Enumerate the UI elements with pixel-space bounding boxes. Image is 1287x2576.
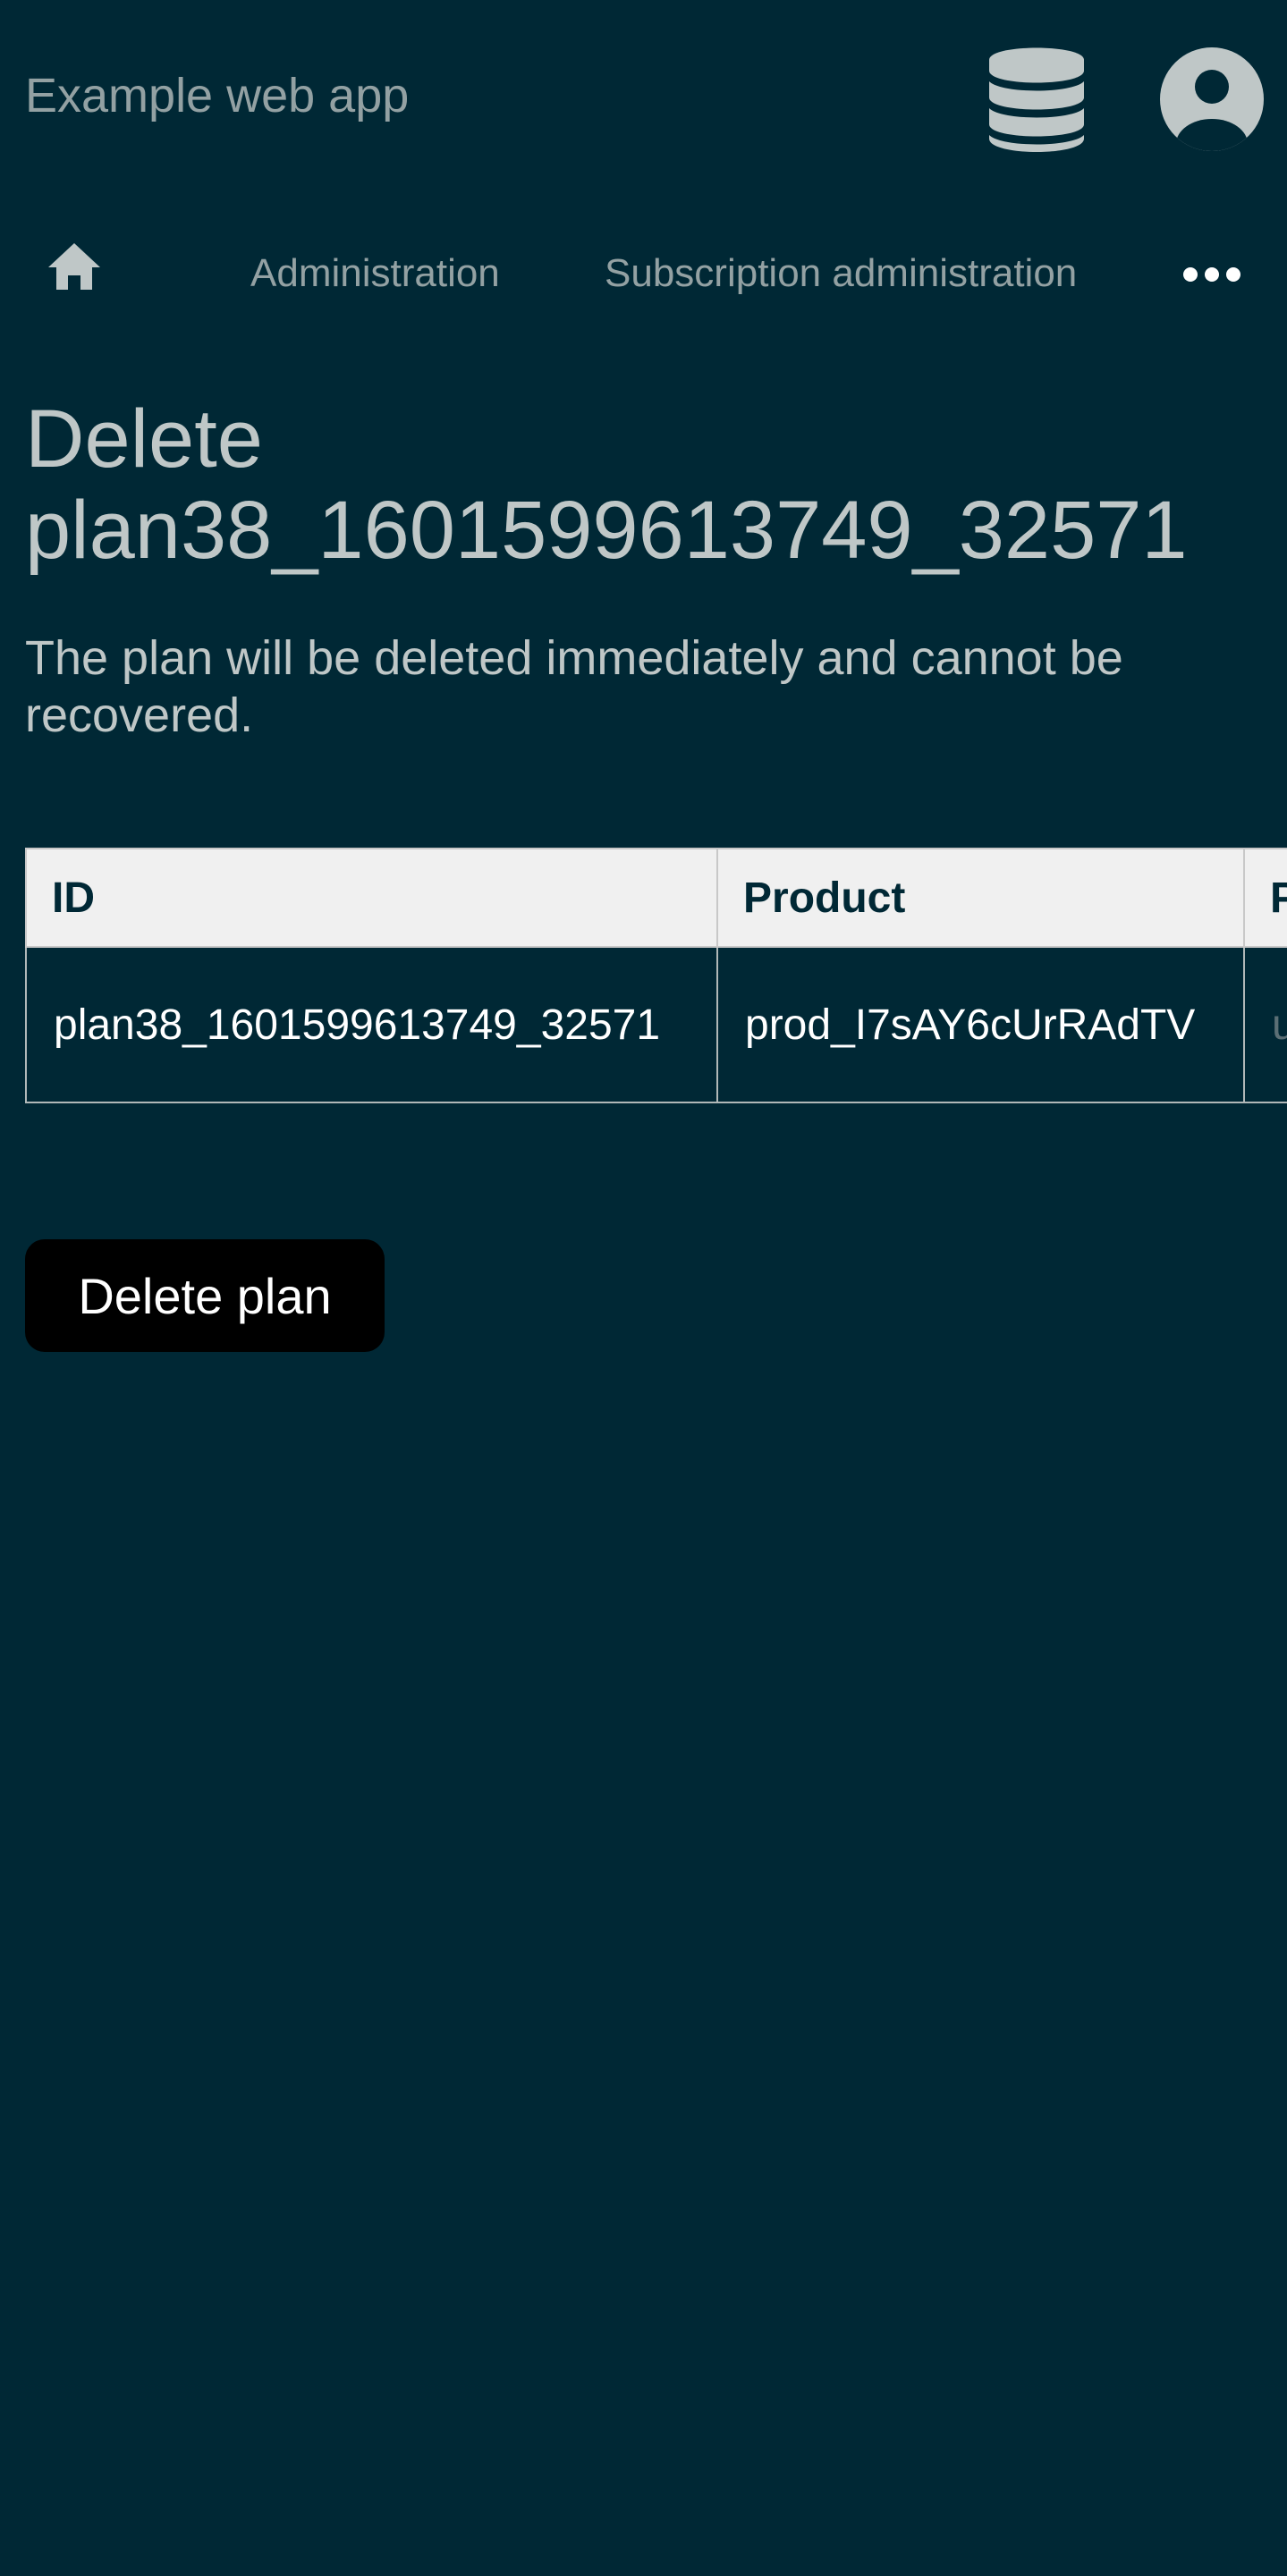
column-header-id: ID bbox=[25, 848, 718, 948]
column-header-partial: P bbox=[1243, 848, 1287, 948]
cell-partial: u bbox=[1243, 946, 1287, 1103]
description-text: The plan will be deleted immediately and… bbox=[25, 631, 1123, 742]
app-title[interactable]: Example web app bbox=[25, 67, 409, 124]
ellipsis-icon[interactable] bbox=[1182, 265, 1241, 284]
page: Example web app Administration Subscript… bbox=[0, 0, 1287, 2576]
page-title: Delete plan38_1601599613749_32571 bbox=[25, 393, 1188, 576]
delete-plan-button[interactable]: Delete plan bbox=[25, 1239, 385, 1352]
cell-product: prod_I7sAY6cUrRAdTV bbox=[716, 946, 1245, 1103]
nav-item-subscription-administration[interactable]: Subscription administration bbox=[605, 249, 1077, 299]
home-icon[interactable] bbox=[47, 240, 102, 295]
table-header-row: ID Product P bbox=[25, 848, 1287, 948]
cell-plan-id: plan38_1601599613749_32571 bbox=[25, 946, 718, 1103]
plan-table: ID Product P plan38_1601599613749_32571 … bbox=[25, 848, 1287, 1105]
table-row: plan38_1601599613749_32571 prod_I7sAY6cU… bbox=[25, 946, 1287, 1103]
nav-item-administration[interactable]: Administration bbox=[250, 249, 500, 299]
column-header-product: Product bbox=[716, 848, 1245, 948]
user-avatar-icon[interactable] bbox=[1160, 47, 1264, 151]
database-icon[interactable] bbox=[989, 47, 1084, 153]
